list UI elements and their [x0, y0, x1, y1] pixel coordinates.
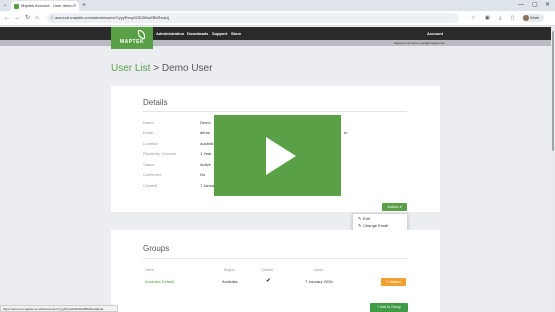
detail-value-location: Australi — [200, 141, 214, 146]
breadcrumb-user-list[interactable]: User List — [111, 63, 150, 74]
group-actions-button[interactable]: ✎ Actions — [381, 278, 406, 286]
group-joined-date: 7 January 2026 — [305, 279, 333, 284]
site-info-icon[interactable]: ⓘ — [50, 13, 54, 23]
pencil-icon: ✎ — [358, 223, 362, 228]
maximize-icon[interactable]: ▢ — [532, 1, 538, 10]
signed-in-text: Signed in as demo.user@maptek.com — [394, 41, 445, 45]
detail-label-name: Name — [143, 120, 154, 125]
play-icon[interactable] — [266, 137, 296, 175]
new-tab-button[interactable]: + — [82, 1, 86, 10]
details-divider — [143, 111, 407, 112]
avatar — [523, 15, 529, 21]
url-bar[interactable]: ⓘ account.maptek.com/admin/users/YyyyRxx… — [47, 13, 459, 23]
menu-item-edit-label: Edit — [363, 216, 370, 221]
group-region: Australia — [222, 279, 238, 284]
maptek-logo[interactable]: MAPTEK — [111, 27, 153, 49]
column-header-joined: Joined — [313, 268, 324, 272]
breadcrumb-separator: > — [150, 63, 162, 74]
downloads-icon[interactable]: ⤓ — [499, 14, 501, 23]
menu-item-edit[interactable]: ✎ Edit — [358, 216, 370, 221]
close-window-icon[interactable]: ✕ — [545, 1, 550, 10]
column-header-default: Default — [262, 268, 274, 272]
detail-label-email: Email — [143, 130, 154, 135]
detail-label-created: Created — [143, 183, 158, 188]
page-title: User List > Demo User — [111, 63, 212, 74]
bookmark-star-icon[interactable]: ☆ — [471, 14, 475, 23]
default-check-icon: ✔ — [266, 278, 272, 284]
site-header: Administration Downloads Support Store A… — [0, 27, 555, 40]
scrollbar-thumb[interactable] — [552, 31, 554, 151]
detail-value-name: Demo — [200, 120, 211, 125]
detail-label-status: Status — [143, 162, 155, 167]
actions-button[interactable]: Actions ▾ — [382, 203, 407, 211]
tab-search-icon[interactable]: ⌄ — [3, 1, 7, 10]
logo-text: MAPTEK — [119, 39, 145, 45]
nav-downloads[interactable]: Downloads — [187, 27, 208, 40]
details-heading: Details — [143, 98, 168, 107]
profile-button[interactable]: Work — [522, 14, 544, 22]
header-subbar: Signed in as demo.user@maptek.com — [0, 40, 555, 46]
detail-value-confirmed: No — [200, 172, 206, 177]
detail-value-channel: 1-Year — [200, 151, 212, 156]
url-text: account.maptek.com/admin/users/YyyyRxxy0… — [55, 15, 170, 20]
detail-label-confirmed: Confirmed — [143, 172, 162, 177]
video-overlay[interactable] — [214, 115, 341, 196]
menu-item-change-email[interactable]: ✎ Change Email — [358, 223, 388, 228]
groups-divider — [143, 258, 407, 259]
extensions-icon[interactable]: ▣ — [485, 14, 490, 23]
nav-account[interactable]: Account — [427, 27, 443, 40]
add-to-group-button[interactable]: + Add to Group — [370, 303, 408, 312]
groups-card — [111, 230, 440, 312]
page-scrollbar[interactable] — [551, 27, 555, 312]
group-name-link[interactable]: Australia Default — [145, 279, 174, 284]
maptek-favicon-icon — [14, 4, 19, 9]
profile-label: Work — [530, 15, 540, 20]
detail-label-channel: Electricity Channel — [143, 151, 177, 156]
groups-heading: Groups — [143, 244, 170, 253]
back-icon[interactable]: ← — [4, 14, 10, 23]
browser-tab[interactable]: Maptek Account - User demo... × — [11, 1, 79, 11]
leaf-logo-icon — [138, 30, 145, 39]
detail-label-location: Location — [143, 141, 159, 146]
column-header-region: Region — [224, 268, 236, 272]
sidebar-icon[interactable]: ▯ — [511, 14, 514, 23]
close-tab-icon[interactable]: × — [73, 1, 76, 11]
pencil-icon: ✎ — [358, 216, 362, 221]
nav-store[interactable]: Store — [231, 27, 241, 40]
address-toolbar: ← → ↻ ⌂ ⓘ account.maptek.com/admin/users… — [0, 11, 555, 26]
menu-item-change-email-label: Change Email — [363, 223, 389, 228]
nav-administration[interactable]: Administration — [156, 27, 184, 40]
browser-tab-title: Maptek Account - User demo... — [21, 3, 76, 8]
nav-support[interactable]: Support — [212, 27, 227, 40]
home-icon[interactable]: ⌂ — [35, 14, 39, 23]
detail-value-fragment: m — [344, 130, 348, 135]
column-header-name: Name — [145, 268, 155, 272]
link-status-bar: https://account.maptek.com/admin/users/Y… — [0, 305, 118, 312]
browser-tab-bar: ⌄ Maptek Account - User demo... × + — ▢ … — [0, 0, 555, 11]
minimize-icon[interactable]: — — [518, 1, 524, 10]
detail-value-email: demo — [200, 130, 211, 135]
forward-icon[interactable]: → — [14, 14, 20, 23]
page-title-name: Demo User — [161, 63, 213, 74]
reload-icon[interactable]: ↻ — [25, 14, 30, 23]
detail-value-status: Active — [200, 162, 211, 167]
